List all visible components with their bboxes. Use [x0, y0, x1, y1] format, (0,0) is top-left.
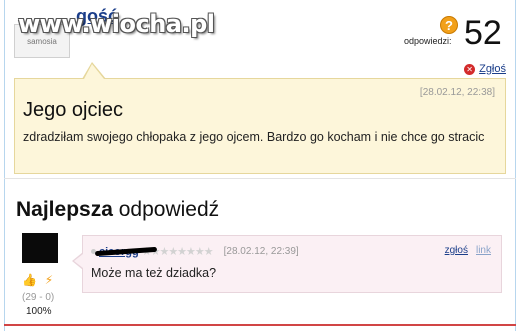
question-body: zdradziłam swojego chłopaka z jego ojcem…: [23, 130, 485, 144]
permalink-link[interactable]: link: [476, 245, 491, 256]
answer-date: [28.02.12, 22:39]: [223, 246, 299, 257]
question-bubble: [28.02.12, 22:38] Jego ojciec zdradziłam…: [14, 78, 506, 174]
report-question-button[interactable]: ✕ Zgłoś: [464, 63, 506, 75]
vote-score: (29 - 0): [22, 292, 55, 303]
vote-buttons: 👍 ⚡: [22, 273, 56, 287]
best-answer-box: cieorgg ★★★★★★★★ [28.02.12, 22:39] zgłoś…: [82, 235, 502, 293]
question-title: Jego ojciec: [23, 99, 124, 121]
report-question-label: Zgłoś: [479, 63, 506, 75]
best-answer-heading-bold: Najlepsza: [16, 198, 113, 221]
answer-meta: cieorgg ★★★★★★★★ [28.02.12, 22:39]: [91, 245, 299, 258]
report-answer-link[interactable]: zgłoś: [445, 245, 468, 256]
site-watermark: www.wiocha.pl: [18, 10, 215, 38]
thumbs-up-icon[interactable]: 👍: [22, 273, 37, 287]
best-answer-heading-rest: odpowiedź: [112, 198, 220, 221]
answer-author-avatar[interactable]: [22, 233, 58, 263]
answer-author[interactable]: cieorgg: [94, 246, 158, 258]
close-circle-icon: ✕: [464, 63, 476, 75]
vote-percent: 100%: [26, 306, 52, 317]
avatar-label: samosia: [27, 37, 57, 46]
lightning-icon[interactable]: ⚡: [42, 273, 56, 287]
section-divider: [4, 178, 516, 179]
answer-actions: zgłoś link: [445, 245, 491, 256]
question-bubble-tail-fill: [84, 64, 104, 79]
question-mark-icon: ?: [440, 16, 458, 34]
answer-text: Może ma też dziadka?: [91, 266, 217, 280]
question-date: [28.02.12, 22:38]: [419, 87, 495, 98]
next-section-border: [4, 324, 516, 331]
answers-count: 52: [464, 14, 502, 52]
best-answer-heading: Najlepsza odpowiedź: [16, 198, 219, 222]
answer-bubble-tail-fill: [74, 254, 83, 268]
answers-count-label: odpowiedzi:: [404, 36, 452, 46]
